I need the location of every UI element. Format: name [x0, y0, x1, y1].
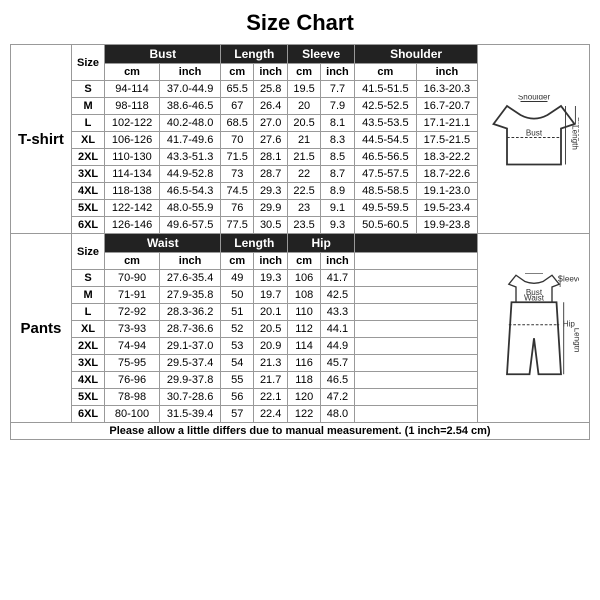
tshirt-diagram-cell: Shoulder Sleeve Bust Length: [478, 45, 590, 234]
hip-cm-header: cm: [288, 253, 321, 270]
tshirt-shoulder-header: Shoulder: [355, 45, 478, 64]
plen-cm-header: cm: [221, 253, 254, 270]
slv-cm-header: cm: [288, 64, 321, 81]
bust-inch-header: inch: [159, 64, 221, 81]
plen-inch-header: inch: [254, 253, 288, 270]
sho-cm-header: cm: [355, 64, 417, 81]
hip-inch-header: inch: [320, 253, 354, 270]
tshirt-size-header: Size: [71, 45, 104, 81]
svg-text:Sleeve: Sleeve: [557, 274, 578, 283]
tshirt-sleeve-header: Sleeve: [288, 45, 355, 64]
svg-text:Waist: Waist: [524, 293, 545, 302]
tshirt-bust-header: Bust: [105, 45, 221, 64]
bust-cm-header: cm: [105, 64, 160, 81]
svg-text:Length: Length: [570, 125, 578, 150]
svg-text:Shoulder: Shoulder: [517, 272, 550, 274]
pants-length-header: Length: [221, 234, 288, 253]
size-chart-table: T-shirt Size Bust Length Sleeve Shoulder…: [10, 44, 590, 440]
tlen-cm-header: cm: [221, 64, 254, 81]
pants-label: Pants: [11, 234, 72, 423]
tshirt-length-header: Length: [221, 45, 288, 64]
tlen-inch-header: inch: [254, 64, 288, 81]
footer-note: Please allow a little differs due to man…: [11, 423, 590, 440]
pants-diagram-placeholder: [355, 234, 478, 253]
pants-diagram-cell: Shoulder Sleeve Bust Waist Hip: [478, 234, 590, 423]
pants-svg: Shoulder Sleeve Bust Waist Hip: [489, 272, 579, 382]
pants-waist-header: Waist: [105, 234, 221, 253]
pants-size-header: Size: [71, 234, 104, 270]
svg-text:Shoulder: Shoulder: [517, 95, 550, 102]
wst-cm-header: cm: [105, 253, 160, 270]
wst-inch-header: inch: [159, 253, 221, 270]
svg-text:Bust: Bust: [526, 129, 543, 138]
page-title: Size Chart: [10, 10, 590, 36]
svg-text:Length: Length: [572, 327, 579, 352]
pants-hip-header: Hip: [288, 234, 355, 253]
sho-inch-header: inch: [416, 64, 478, 81]
tshirt-label: T-shirt: [11, 45, 72, 234]
slv-inch-header: inch: [320, 64, 354, 81]
tshirt-svg: Shoulder Sleeve Bust Length: [489, 95, 579, 180]
